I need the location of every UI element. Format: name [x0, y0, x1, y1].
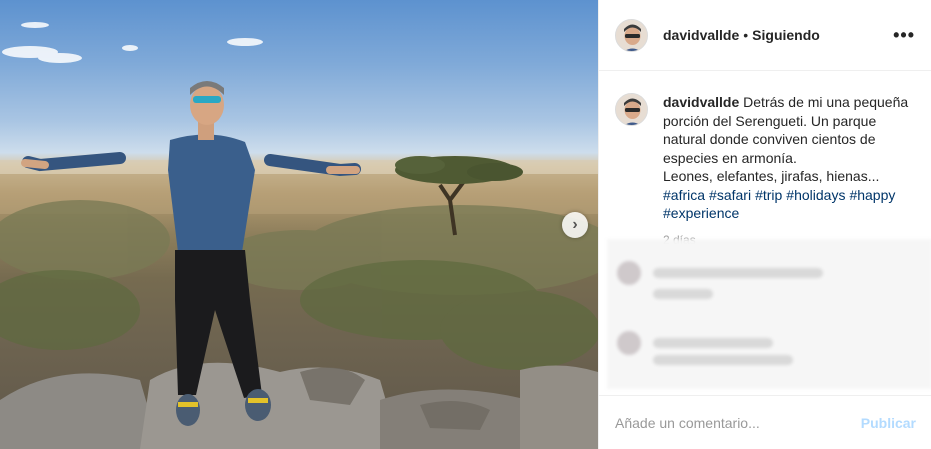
hashtag-trip[interactable]: #trip — [755, 187, 782, 203]
hashtag-holidays[interactable]: #holidays — [786, 187, 845, 203]
hashtag-africa[interactable]: #africa — [663, 187, 705, 203]
avatar-image — [616, 19, 647, 51]
post-header: davidvallde • Siguiendo ••• — [599, 0, 931, 71]
comments-section: davidvallde Detrás de mi una pequeña por… — [599, 71, 931, 401]
publish-button[interactable]: Publicar — [861, 415, 916, 431]
post-photo[interactable]: › — [0, 0, 598, 449]
following-button[interactable]: Siguiendo — [752, 27, 820, 43]
blurred-comments — [607, 239, 931, 389]
comment-input[interactable] — [615, 414, 861, 431]
blurred-text — [653, 355, 793, 365]
hashtag-experience[interactable]: #experience — [663, 205, 739, 221]
caption: davidvallde Detrás de mi una pequeña por… — [615, 93, 918, 249]
photo-illustration — [0, 22, 598, 449]
blurred-avatar — [617, 261, 641, 285]
more-options-icon[interactable]: ••• — [893, 25, 915, 46]
add-comment-bar: Publicar — [599, 395, 931, 449]
caption-avatar[interactable] — [615, 93, 648, 126]
blurred-avatar — [617, 331, 641, 355]
caption-text: davidvallde Detrás de mi una pequeña por… — [663, 93, 918, 249]
caption-line-2: Leones, elefantes, jirafas, hienas... — [663, 168, 880, 184]
chevron-right-icon: › — [572, 216, 578, 233]
blurred-comment-row — [617, 261, 823, 285]
separator-dot: • — [743, 27, 749, 43]
hashtag-safari[interactable]: #safari — [709, 187, 751, 203]
blurred-text — [653, 268, 823, 278]
blurred-comment-row — [653, 289, 713, 299]
blurred-text — [653, 289, 713, 299]
blurred-text — [653, 338, 773, 348]
caption-avatar-image — [616, 94, 647, 125]
blurred-comment-row — [617, 331, 773, 355]
avatar[interactable] — [615, 18, 648, 52]
blurred-comment-row — [653, 355, 793, 365]
hashtag-list: #africa #safari #trip #holidays #happy #exper… — [663, 187, 899, 222]
post-sidebar: davidvallde • Siguiendo ••• davidvallde … — [598, 0, 931, 449]
hashtag-happy[interactable]: #happy — [849, 187, 895, 203]
next-image-button[interactable]: › — [562, 212, 588, 238]
username-link[interactable]: davidvallde — [663, 27, 739, 43]
caption-username-link[interactable]: davidvallde — [663, 94, 739, 110]
